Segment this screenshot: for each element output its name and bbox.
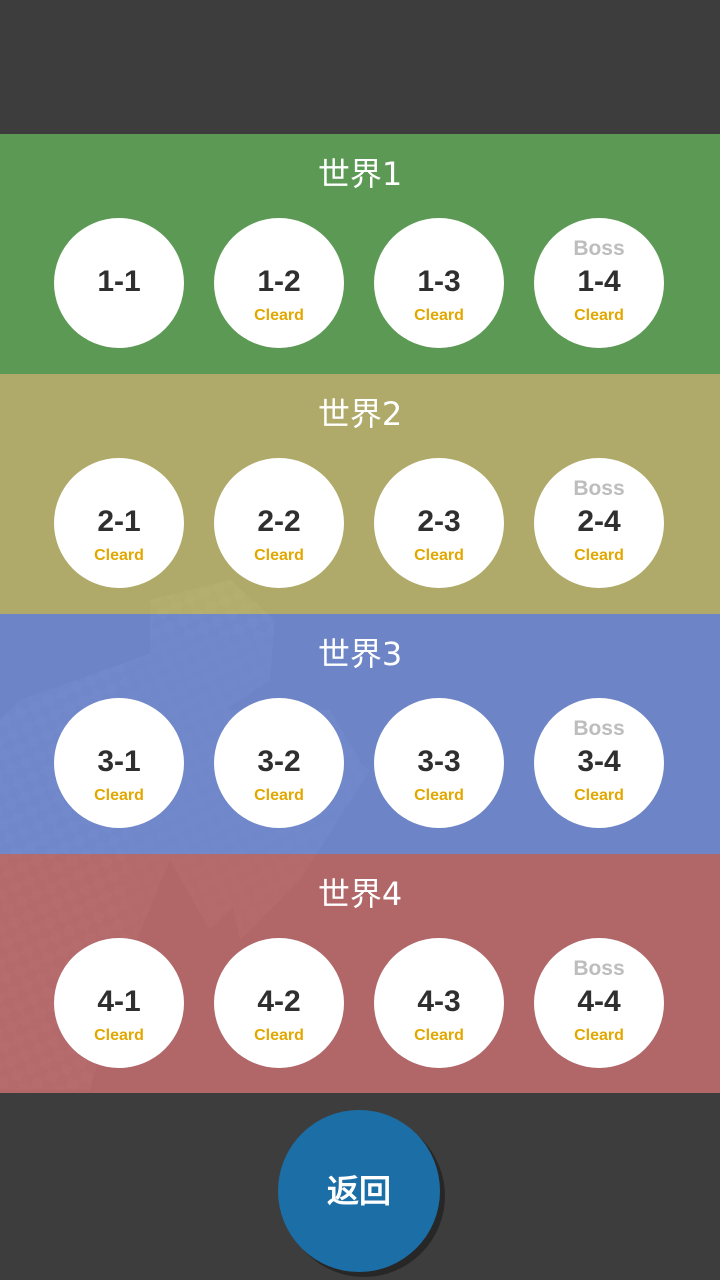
- level-row: 3-1 Cleard 3-2 Cleard 3-3 Cleard Boss 3-…: [54, 698, 666, 828]
- level-number: 4-3: [417, 985, 461, 1018]
- cleared-label: Cleard: [94, 1027, 144, 1044]
- back-button[interactable]: 返回: [278, 1110, 440, 1272]
- world-title: 世界2: [317, 395, 403, 433]
- cleared-label: Cleard: [574, 547, 624, 564]
- level-2-2-button[interactable]: 2-2 Cleard: [214, 458, 344, 588]
- level-number: 2-4: [577, 505, 621, 538]
- level-number: 3-2: [257, 745, 301, 778]
- level-number: 4-2: [257, 985, 301, 1018]
- cleared-label: Cleard: [254, 307, 304, 324]
- cleared-label: Cleard: [414, 787, 464, 804]
- cleared-label: Cleard: [414, 1027, 464, 1044]
- world-list: 世界1 1-1 1-2 Cleard 1-3 Cleard Boss 1-4 C…: [0, 134, 720, 1093]
- boss-label: Boss: [573, 957, 625, 980]
- level-row: 4-1 Cleard 4-2 Cleard 4-3 Cleard Boss 4-…: [54, 938, 666, 1068]
- world-4-band: 世界4 4-1 Cleard 4-2 Cleard 4-3 Cleard Bos…: [0, 854, 720, 1093]
- level-number: 2-1: [97, 505, 141, 538]
- cleared-label: Cleard: [254, 787, 304, 804]
- cleared-label: Cleard: [414, 307, 464, 324]
- level-number: 2-2: [257, 505, 301, 538]
- level-number: 1-2: [257, 265, 301, 298]
- level-number: 4-4: [577, 985, 621, 1018]
- world-2-band: 世界2 2-1 Cleard 2-2 Cleard 2-3 Cleard Bos…: [0, 374, 720, 614]
- level-4-4-button[interactable]: Boss 4-4 Cleard: [534, 938, 664, 1068]
- cleared-label: Cleard: [94, 547, 144, 564]
- boss-label: Boss: [573, 477, 625, 500]
- level-4-2-button[interactable]: 4-2 Cleard: [214, 938, 344, 1068]
- level-4-1-button[interactable]: 4-1 Cleard: [54, 938, 184, 1068]
- level-row: 1-1 1-2 Cleard 1-3 Cleard Boss 1-4 Clear…: [54, 218, 666, 348]
- level-1-3-button[interactable]: 1-3 Cleard: [374, 218, 504, 348]
- level-number: 1-4: [577, 265, 621, 298]
- level-3-3-button[interactable]: 3-3 Cleard: [374, 698, 504, 828]
- level-2-1-button[interactable]: 2-1 Cleard: [54, 458, 184, 588]
- level-number: 3-1: [97, 745, 141, 778]
- world-1-band: 世界1 1-1 1-2 Cleard 1-3 Cleard Boss 1-4 C…: [0, 134, 720, 374]
- level-1-4-button[interactable]: Boss 1-4 Cleard: [534, 218, 664, 348]
- level-number: 3-3: [417, 745, 461, 778]
- level-number: 1-3: [417, 265, 461, 298]
- boss-label: Boss: [573, 717, 625, 740]
- level-number: 4-1: [97, 985, 141, 1018]
- level-number: 3-4: [577, 745, 621, 778]
- cleared-label: Cleard: [574, 1027, 624, 1044]
- cleared-label: Cleard: [254, 547, 304, 564]
- level-4-3-button[interactable]: 4-3 Cleard: [374, 938, 504, 1068]
- boss-label: Boss: [573, 237, 625, 260]
- level-1-1-button[interactable]: 1-1: [54, 218, 184, 348]
- level-2-3-button[interactable]: 2-3 Cleard: [374, 458, 504, 588]
- level-row: 2-1 Cleard 2-2 Cleard 2-3 Cleard Boss 2-…: [54, 458, 666, 588]
- level-3-1-button[interactable]: 3-1 Cleard: [54, 698, 184, 828]
- level-number: 2-3: [417, 505, 461, 538]
- world-3-band: 世界3 3-1 Cleard 3-2 Cleard 3-3 Cleard Bos…: [0, 614, 720, 854]
- level-1-2-button[interactable]: 1-2 Cleard: [214, 218, 344, 348]
- cleared-label: Cleard: [574, 307, 624, 324]
- cleared-label: Cleard: [254, 1027, 304, 1044]
- level-3-2-button[interactable]: 3-2 Cleard: [214, 698, 344, 828]
- level-number: 1-1: [97, 265, 141, 298]
- world-title: 世界1: [317, 155, 403, 193]
- cleared-label: Cleard: [574, 787, 624, 804]
- world-title: 世界4: [317, 875, 403, 913]
- world-title: 世界3: [317, 635, 403, 673]
- cleared-label: Cleard: [94, 787, 144, 804]
- level-3-4-button[interactable]: Boss 3-4 Cleard: [534, 698, 664, 828]
- level-2-4-button[interactable]: Boss 2-4 Cleard: [534, 458, 664, 588]
- cleared-label: Cleard: [414, 547, 464, 564]
